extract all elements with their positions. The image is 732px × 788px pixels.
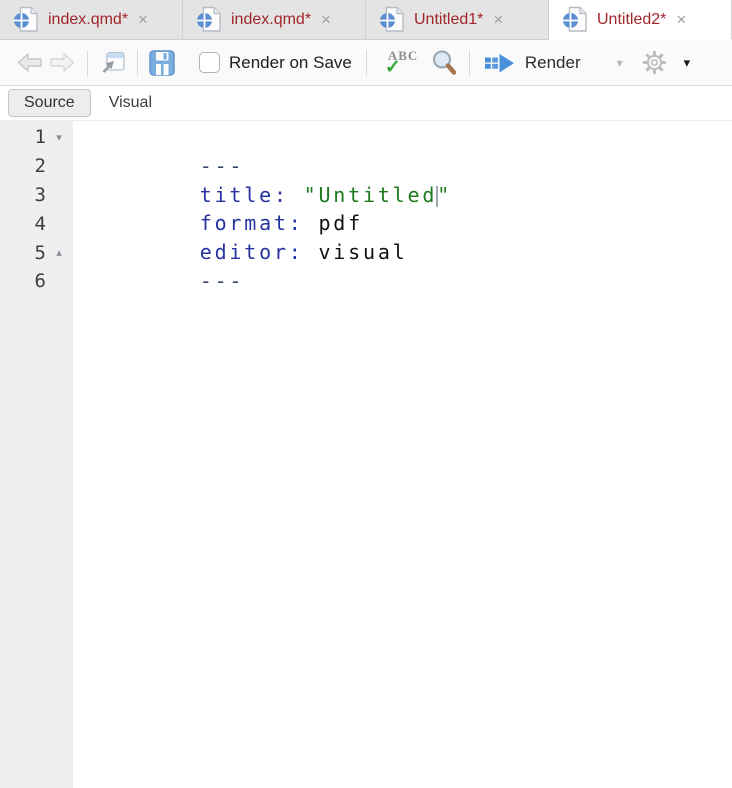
tab-index-qmd-1[interactable]: index.qmd* × <box>0 0 183 40</box>
rstudio-source-pane: index.qmd* × index.qmd* × Untitled1* × U… <box>0 0 732 788</box>
render-dropdown-caret-icon[interactable]: ▾ <box>617 56 623 70</box>
open-in-new-window-button[interactable] <box>99 51 126 75</box>
render-label: Render <box>524 52 581 72</box>
yaml-value: pdf <box>303 211 363 236</box>
tab-index-qmd-2[interactable]: index.qmd* × <box>183 0 366 40</box>
tab-label: Untitled1* <box>414 10 484 28</box>
forward-button[interactable] <box>49 52 76 73</box>
line-number: 1 <box>34 126 46 149</box>
check-icon: ✓ <box>384 56 401 78</box>
render-button[interactable]: Render <box>484 52 581 74</box>
settings-button[interactable] <box>642 50 667 75</box>
tab-untitled1[interactable]: Untitled1* × <box>366 0 549 40</box>
fold-open-icon[interactable]: ▾ <box>46 131 72 144</box>
line-number: 6 <box>34 270 46 293</box>
fold-close-icon[interactable]: ▴ <box>46 246 72 259</box>
forward-arrow-icon <box>50 53 75 72</box>
close-icon[interactable]: × <box>676 11 686 28</box>
line-number: 4 <box>34 212 46 235</box>
tab-label: index.qmd* <box>48 10 129 28</box>
gutter-row: 1 ▾ <box>0 123 73 152</box>
toolbar-separator <box>87 49 88 76</box>
line-number: 5 <box>34 241 46 264</box>
render-icon <box>484 53 514 72</box>
toolbar-separator <box>468 49 470 76</box>
quarto-file-icon <box>379 5 406 34</box>
mode-visual-button[interactable]: Visual <box>94 90 167 116</box>
gutter-row: 2 <box>0 152 73 181</box>
line-number-gutter: 1 ▾ 2 3 4 5 ▴ 6 <box>0 121 73 788</box>
gutter-row: 4 <box>0 209 73 238</box>
popup-window-icon <box>102 51 125 73</box>
editor-mode-toggle: Source Visual <box>0 86 732 121</box>
quarto-file-icon <box>13 5 40 34</box>
code-content[interactable]: --- title: "Untitled" format: pdf editor… <box>73 121 732 788</box>
close-icon[interactable]: × <box>138 11 148 28</box>
find-button[interactable] <box>431 49 458 76</box>
gutter-row: 3 <box>0 181 73 210</box>
yaml-key: title: <box>199 182 289 207</box>
code-line: --- <box>81 123 732 178</box>
tab-untitled2-active[interactable]: Untitled2* × <box>549 0 732 40</box>
toolbar-separator <box>365 49 367 76</box>
close-icon[interactable]: × <box>321 11 331 28</box>
yaml-string-value: "Untitled <box>303 182 438 207</box>
mode-source-button[interactable]: Source <box>8 89 91 117</box>
editor-tab-bar: index.qmd* × index.qmd* × Untitled1* × U… <box>0 0 732 40</box>
yaml-key: editor: <box>199 240 304 265</box>
save-button[interactable] <box>149 49 175 76</box>
back-button[interactable] <box>16 52 43 73</box>
yaml-delimiter: --- <box>199 153 245 178</box>
editor-toolbar: Render on Save ABC ✓ Render ▾ ▾ <box>0 40 732 86</box>
more-options-caret-icon[interactable]: ▾ <box>684 55 691 71</box>
close-icon[interactable]: × <box>493 11 503 28</box>
line-number: 3 <box>34 183 46 206</box>
quarto-file-icon <box>196 5 223 34</box>
render-on-save-checkbox[interactable] <box>199 52 220 73</box>
yaml-delimiter: --- <box>199 268 245 293</box>
code-editor[interactable]: 1 ▾ 2 3 4 5 ▴ 6 --- title: "Untitled" fo… <box>0 121 732 788</box>
line-number: 2 <box>34 155 46 178</box>
yaml-key: format: <box>199 211 304 236</box>
yaml-string-value: " <box>437 182 453 207</box>
toolbar-separator <box>137 49 138 76</box>
save-icon <box>149 49 175 76</box>
spellcheck-button[interactable]: ABC ✓ <box>381 47 421 79</box>
gear-icon <box>642 50 666 75</box>
tab-label: index.qmd* <box>231 10 312 28</box>
gutter-row: 6 <box>0 267 73 296</box>
tab-label: Untitled2* <box>597 10 667 28</box>
yaml-value: visual <box>303 240 408 265</box>
gutter-row: 5 ▴ <box>0 238 73 267</box>
search-icon <box>432 50 457 75</box>
back-arrow-icon <box>17 53 42 72</box>
quarto-file-icon <box>562 5 589 34</box>
render-on-save-label: Render on Save <box>229 52 352 72</box>
